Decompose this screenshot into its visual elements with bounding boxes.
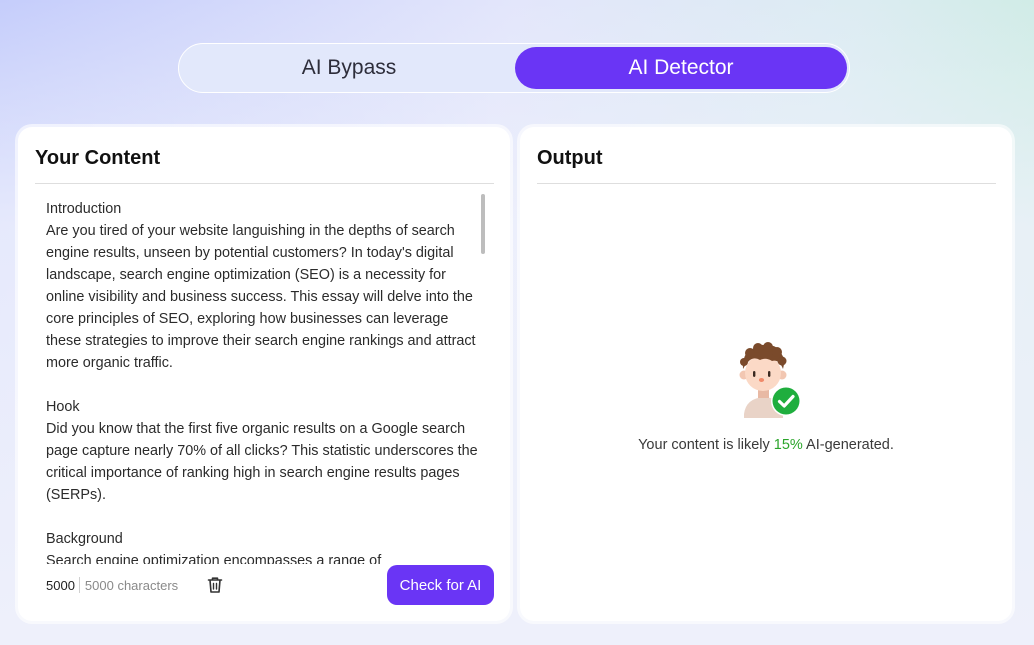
detection-result: Your content is likely 15% AI-generated. [520,437,1012,453]
content-divider [35,183,494,184]
check-for-ai-button[interactable]: Check for AI [387,565,494,605]
character-counter: 5000 5000 characters [46,576,178,594]
content-panel: Your Content Introduction Are you tired … [18,127,510,621]
content-scrollbar[interactable] [481,194,485,254]
content-panel-title: Your Content [35,147,161,169]
mode-tabs: AI Bypass AI Detector [178,43,850,93]
tab-ai-bypass[interactable]: AI Bypass [183,47,515,89]
avatar-check-icon [736,342,802,418]
counter-divider [78,577,80,593]
result-prefix: Your content is likely [638,437,774,453]
result-percentage: 15% [773,437,803,453]
content-textarea[interactable]: Introduction Are you tired of your websi… [46,198,478,564]
char-limit: 5000 characters [84,577,179,593]
result-suffix: AI-generated. [802,437,894,453]
char-count: 5000 [46,577,75,593]
tab-ai-detector[interactable]: AI Detector [515,47,847,89]
output-panel: Output Your content is likely 15% AI-gen… [520,127,1012,621]
output-divider [537,183,996,184]
trash-icon[interactable] [205,575,225,595]
output-panel-title: Output [537,147,603,169]
